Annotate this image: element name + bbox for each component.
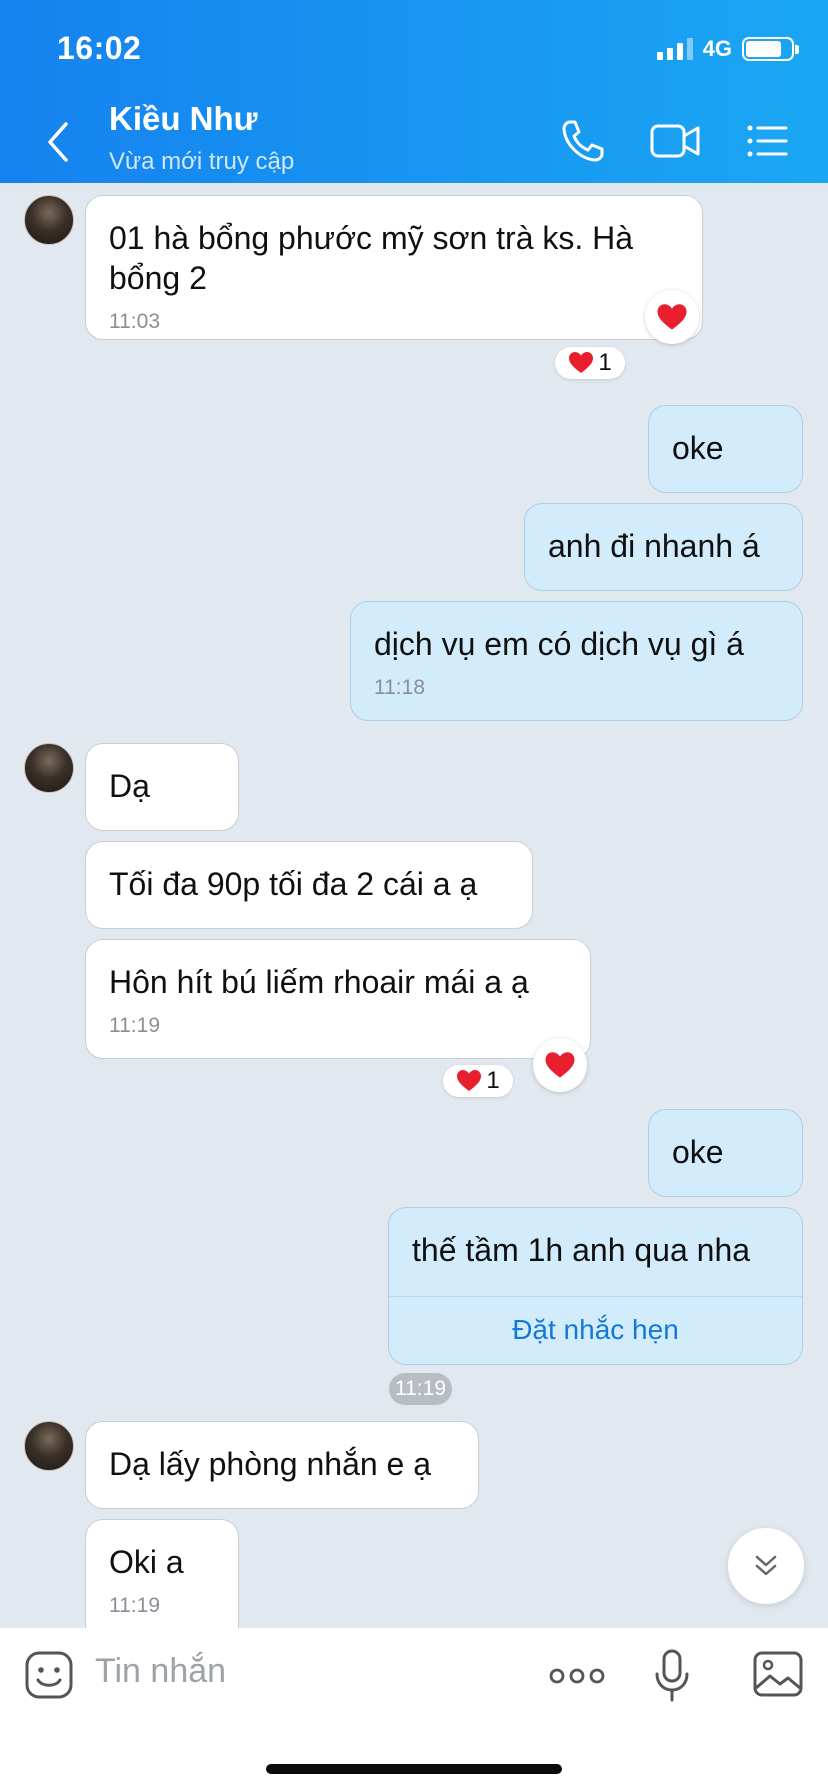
message-bubble[interactable]: Dạ lấy phòng nhắn e ạ bbox=[85, 1421, 479, 1509]
contact-status: Vừa mới truy cập bbox=[109, 148, 295, 175]
message-input[interactable]: Tin nhắn bbox=[95, 1652, 226, 1691]
message-text: Tối đa 90p tối đa 2 cái a ạ bbox=[109, 866, 478, 902]
react-button[interactable] bbox=[645, 290, 699, 344]
message-time: 11:19 bbox=[109, 1014, 160, 1037]
chat-header: 16:02 4G Kiều Như Vừa mới truy cập bbox=[0, 0, 828, 183]
contact-name[interactable]: Kiều Như bbox=[109, 100, 258, 138]
reaction-summary[interactable]: 1 bbox=[555, 347, 625, 379]
message-bubble[interactable]: 01 hà bổng phước mỹ sơn trà ks. Hà bổng … bbox=[85, 195, 703, 340]
message-bubble[interactable]: Oki a 11:19 bbox=[85, 1519, 239, 1628]
divider bbox=[389, 1296, 802, 1297]
heart-icon bbox=[657, 303, 687, 330]
message-time: 11:18 bbox=[374, 676, 425, 699]
avatar[interactable] bbox=[24, 743, 74, 793]
message-list[interactable]: 01 hà bổng phước mỹ sơn trà ks. Hà bổng … bbox=[0, 183, 828, 1628]
message-text: thế tầm 1h anh qua nha bbox=[412, 1232, 751, 1268]
set-reminder-link[interactable]: Đặt nhắc hẹn bbox=[389, 1314, 802, 1346]
heart-icon bbox=[457, 1070, 482, 1091]
time-pill: 11:19 bbox=[389, 1373, 452, 1405]
list-menu-icon[interactable] bbox=[746, 116, 790, 166]
network-type: 4G bbox=[702, 36, 732, 61]
message-text: 01 hà bổng phước mỹ sơn trà ks. Hà bổng … bbox=[109, 220, 634, 296]
reaction-count: 1 bbox=[486, 1067, 500, 1094]
message-bubble[interactable]: Hôn hít bú liếm rhoair mái a ạ 11:19 bbox=[85, 939, 591, 1059]
microphone-icon[interactable] bbox=[652, 1648, 692, 1704]
message-bubble[interactable]: anh đi nhanh á bbox=[524, 503, 803, 591]
message-text: Dạ bbox=[109, 768, 150, 804]
status-time: 16:02 bbox=[57, 30, 142, 66]
signal-icon bbox=[656, 38, 693, 60]
heart-icon bbox=[569, 352, 594, 373]
sticker-icon[interactable] bbox=[24, 1650, 74, 1700]
avatar[interactable] bbox=[24, 195, 74, 245]
message-text: oke bbox=[672, 430, 724, 466]
reaction-summary[interactable]: 1 bbox=[443, 1065, 513, 1097]
message-text: Oki a bbox=[109, 1544, 184, 1580]
status-icons: 4G bbox=[656, 34, 799, 64]
message-bubble[interactable]: oke bbox=[648, 1109, 803, 1197]
reaction-count: 1 bbox=[598, 349, 612, 376]
message-bubble[interactable]: dịch vụ em có dịch vụ gì á 11:18 bbox=[350, 601, 803, 721]
chevron-left-icon[interactable] bbox=[42, 120, 74, 164]
video-camera-icon[interactable] bbox=[648, 116, 702, 166]
image-icon[interactable] bbox=[752, 1650, 804, 1698]
scroll-to-bottom-button[interactable] bbox=[728, 1528, 804, 1604]
message-time: 11:03 bbox=[109, 310, 160, 333]
message-text: Dạ lấy phòng nhắn e ạ bbox=[109, 1446, 432, 1482]
message-text: oke bbox=[672, 1134, 724, 1170]
message-text: anh đi nhanh á bbox=[548, 528, 760, 564]
message-bubble[interactable]: thế tầm 1h anh qua nha Đặt nhắc hẹn bbox=[388, 1207, 803, 1365]
message-text: dịch vụ em có dịch vụ gì á bbox=[374, 626, 744, 662]
message-bubble[interactable]: Dạ bbox=[85, 743, 239, 831]
double-chevron-down-icon bbox=[755, 1555, 777, 1576]
home-indicator bbox=[266, 1764, 562, 1774]
avatar[interactable] bbox=[24, 1421, 74, 1471]
message-text: Hôn hít bú liếm rhoair mái a ạ bbox=[109, 964, 529, 1000]
phone-icon[interactable] bbox=[558, 116, 608, 166]
message-bubble[interactable]: Tối đa 90p tối đa 2 cái a ạ bbox=[85, 841, 533, 929]
react-button[interactable] bbox=[533, 1038, 587, 1092]
battery-icon bbox=[742, 37, 799, 61]
message-bubble[interactable]: oke bbox=[648, 405, 803, 493]
message-time: 11:19 bbox=[109, 1594, 160, 1617]
more-dots-icon[interactable] bbox=[549, 1664, 605, 1688]
heart-icon bbox=[545, 1051, 575, 1078]
